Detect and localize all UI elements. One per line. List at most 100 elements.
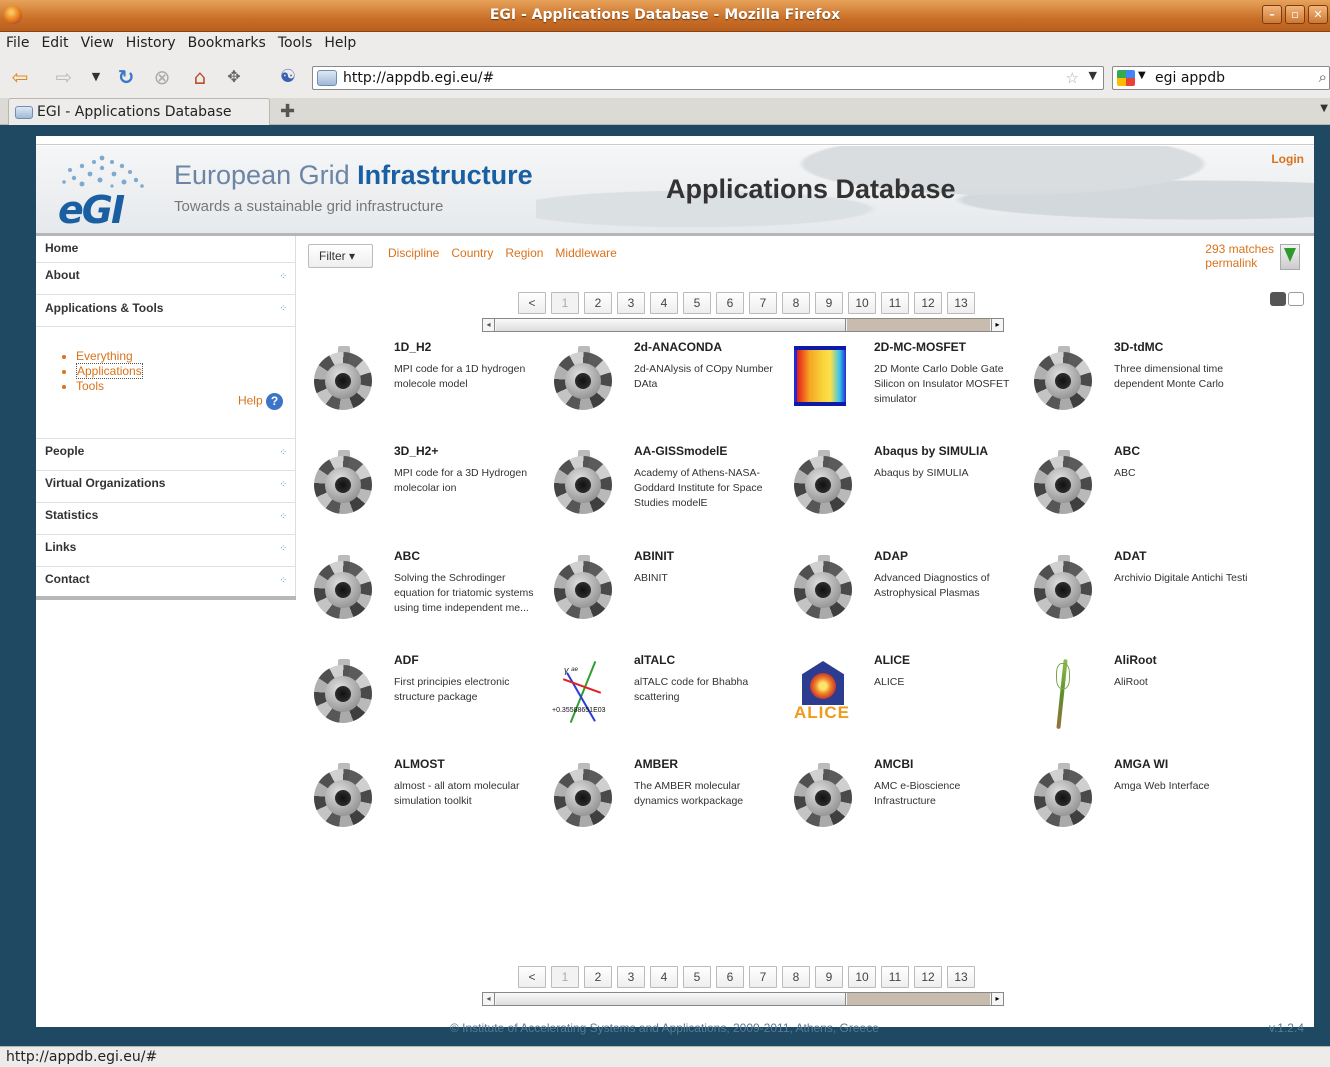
mosfet-simulation-thumbnail[interactable] [792, 346, 852, 412]
submenu-applications[interactable]: Applications [76, 363, 143, 379]
grid-view-icon[interactable] [1270, 292, 1286, 306]
gear-icon[interactable] [312, 450, 372, 516]
menu-tools[interactable]: Tools [272, 32, 319, 51]
app-name[interactable]: 2D-MC-MOSFET [874, 340, 966, 354]
app-name[interactable]: ABC [394, 549, 420, 563]
app-name[interactable]: 1D_H2 [394, 340, 431, 354]
app-name[interactable]: AMGA WI [1114, 757, 1168, 771]
feynman-diagram-thumbnail[interactable]: γ ᵃᵉ +0.35588651E03 [552, 659, 612, 725]
app-name[interactable]: ABC [1114, 444, 1140, 458]
tab-list-icon[interactable]: ▼ [1320, 103, 1328, 114]
app-name[interactable]: 3D_H2+ [394, 444, 438, 458]
page-button[interactable]: 8 [782, 292, 810, 314]
sidebar-item-home[interactable]: Home [36, 236, 295, 263]
filter-middleware[interactable]: Middleware [555, 246, 616, 260]
search-engine-dropdown-icon[interactable]: ▼ [1138, 70, 1146, 81]
scroll-left-icon[interactable]: ◂ [483, 319, 495, 331]
back-icon[interactable]: ⇦ [8, 66, 32, 88]
sidebar-item-links[interactable]: Links ⁘ [36, 535, 295, 567]
egi-logo[interactable]: eGI [58, 190, 125, 230]
page-button[interactable]: 4 [650, 292, 678, 314]
gear-icon[interactable] [792, 450, 852, 516]
gear-icon[interactable] [312, 346, 372, 412]
app-name[interactable]: ADAT [1114, 549, 1146, 563]
login-link[interactable]: Login [1271, 152, 1304, 166]
page-button[interactable]: 12 [914, 292, 942, 314]
page-button[interactable]: 4 [650, 966, 678, 988]
page-button[interactable]: 7 [749, 966, 777, 988]
page-button[interactable]: 3 [617, 292, 645, 314]
sidebar-item-statistics[interactable]: Statistics ⁘ [36, 503, 295, 535]
tab-appdb[interactable]: EGI - Applications Database [8, 98, 270, 125]
gear-icon[interactable] [792, 555, 852, 621]
menu-view[interactable]: View [75, 32, 120, 51]
app-card[interactable]: ADF First principies electronic structure… [308, 653, 548, 753]
gear-icon[interactable] [312, 659, 372, 725]
close-button[interactable]: ✕ [1308, 5, 1328, 24]
menu-edit[interactable]: Edit [35, 32, 74, 51]
app-name[interactable]: ALICE [874, 653, 910, 667]
history-dropdown-icon[interactable]: ▼ [84, 66, 108, 88]
app-card[interactable]: AMBER The AMBER molecular dynamics workpa… [548, 757, 788, 857]
scroll-right-icon[interactable]: ▸ [991, 319, 1003, 331]
maximize-button[interactable]: ▫ [1285, 5, 1305, 24]
page-button[interactable]: 6 [716, 292, 744, 314]
alice-logo[interactable]: ALICE [792, 659, 852, 725]
page-button[interactable]: 1 [551, 966, 579, 988]
gear-icon[interactable] [1032, 346, 1092, 412]
minimize-button[interactable]: – [1262, 5, 1282, 24]
app-card[interactable]: ALICE ALICE ALICE [788, 653, 1028, 753]
aliroot-thumbnail[interactable] [1032, 658, 1092, 730]
app-card[interactable]: ABC Solving the Schrodinger equation for … [308, 549, 548, 649]
prev-page-button[interactable]: < [518, 292, 546, 314]
search-icon[interactable]: ⌕ [1319, 68, 1327, 86]
page-button[interactable]: 5 [683, 966, 711, 988]
home-icon[interactable]: ⌂ [188, 66, 212, 88]
menu-history[interactable]: History [120, 32, 182, 51]
scroll-track[interactable] [847, 319, 990, 331]
scroll-left-icon[interactable]: ◂ [483, 993, 495, 1005]
app-name[interactable]: 2d-ANACONDA [634, 340, 722, 354]
stop-icon[interactable]: ⊗ [150, 66, 174, 88]
sidebar-item-people[interactable]: People ⁘ [36, 439, 295, 471]
gear-icon[interactable] [1032, 555, 1092, 621]
filter-discipline[interactable]: Discipline [388, 246, 439, 260]
help-link[interactable]: Help ? [238, 393, 283, 410]
menu-help[interactable]: Help [318, 32, 362, 51]
gear-icon[interactable] [312, 555, 372, 621]
app-card[interactable]: Abaqus by SIMULIA Abaqus by SIMULIA [788, 444, 1028, 544]
url-dropdown-icon[interactable]: ▼ [1089, 69, 1097, 82]
forward-icon[interactable]: ⇨ [52, 66, 76, 88]
app-name[interactable]: ADAP [874, 549, 908, 563]
page-button[interactable]: 11 [881, 292, 909, 314]
site-identity-icon[interactable] [317, 70, 337, 86]
pager-scrollbar[interactable]: ◂ ▸ [482, 992, 1004, 1006]
google-icon[interactable] [1117, 70, 1135, 86]
app-card[interactable]: ALMOST almost - all atom molecular simula… [308, 757, 548, 857]
app-name[interactable]: alTALC [634, 653, 675, 667]
search-bar[interactable]: ▼ egi appdb ⌕ [1112, 66, 1330, 90]
filter-region[interactable]: Region [505, 246, 543, 260]
page-button[interactable]: 13 [947, 292, 975, 314]
app-card[interactable]: 1D_H2 MPI code for a 1D hydrogen molecole… [308, 340, 548, 440]
app-card[interactable]: ADAP Advanced Diagnostics of Astrophysica… [788, 549, 1028, 649]
scroll-track[interactable] [847, 993, 990, 1005]
page-button[interactable]: 10 [848, 292, 876, 314]
gear-icon[interactable] [552, 763, 612, 829]
submenu-everything[interactable]: Everything [76, 349, 143, 364]
scroll-thumb[interactable] [496, 319, 846, 331]
prev-page-button[interactable]: < [518, 966, 546, 988]
list-view-icon[interactable] [1288, 292, 1304, 306]
app-card[interactable]: AA-GISSmodelE Academy of Athens-NASA-Godd… [548, 444, 788, 544]
gear-icon[interactable] [1032, 763, 1092, 829]
page-button[interactable]: 9 [815, 966, 843, 988]
app-card[interactable]: AMCBI AMC e-Bioscience Infrastructure [788, 757, 1028, 857]
bookmark-star-icon[interactable]: ☆ [1066, 69, 1079, 87]
submenu-tools[interactable]: Tools [76, 379, 143, 394]
new-tab-icon[interactable]: ✚ [280, 101, 295, 122]
bookmark-tool-icon[interactable]: ✥ [222, 66, 246, 88]
gear-icon[interactable] [792, 763, 852, 829]
page-button[interactable]: 12 [914, 966, 942, 988]
page-button[interactable]: 5 [683, 292, 711, 314]
app-card[interactable]: 3D-tdMC Three dimensional time dependent … [1028, 340, 1268, 440]
